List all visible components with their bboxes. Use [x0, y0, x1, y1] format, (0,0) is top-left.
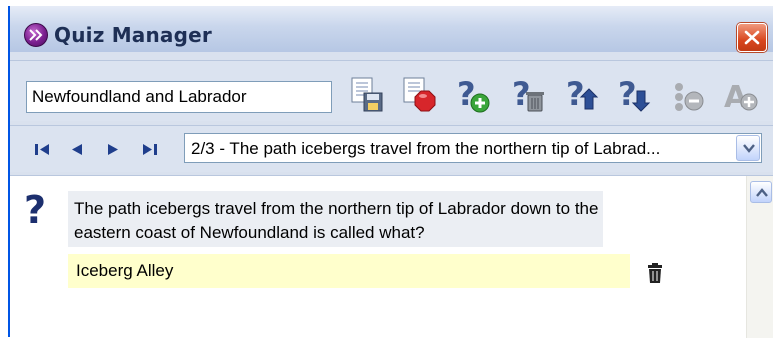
title-bar[interactable]: Quiz Manager: [10, 6, 773, 52]
close-button[interactable]: [737, 23, 767, 52]
delete-quiz-icon[interactable]: [400, 75, 438, 115]
quiz-toolbar: ? ? ? ?: [10, 60, 773, 121]
svg-text:?: ?: [566, 75, 585, 113]
answer-text: Iceberg Alley: [76, 261, 174, 280]
move-question-up-icon[interactable]: ?: [563, 75, 601, 115]
quiz-app-icon: [24, 23, 48, 47]
question-navigator: 2/3 - The path icebergs travel from the …: [10, 125, 773, 172]
dropdown-button[interactable]: [736, 135, 760, 161]
answer-row[interactable]: Iceberg Alley: [68, 254, 630, 288]
last-icon[interactable]: [138, 138, 160, 160]
question-panel: ? The path icebergs travel from the nort…: [10, 175, 773, 338]
previous-icon[interactable]: [66, 138, 88, 160]
move-question-down-icon[interactable]: ?: [615, 75, 653, 115]
close-x-icon: [744, 30, 760, 45]
scroll-up-button[interactable]: [750, 181, 772, 203]
delete-question-icon[interactable]: ?: [509, 75, 547, 115]
add-answer-icon[interactable]: [670, 75, 708, 115]
question-text: The path icebergs travel from the northe…: [74, 199, 599, 242]
window-title: Quiz Manager: [54, 23, 212, 47]
question-text-box[interactable]: The path icebergs travel from the northe…: [68, 191, 603, 247]
svg-text:?: ?: [618, 75, 637, 113]
chevron-down-icon: [743, 144, 755, 153]
trash-icon[interactable]: [647, 262, 663, 284]
quiz-name-input[interactable]: [26, 81, 332, 113]
question-mark-icon: ?: [24, 188, 47, 232]
quiz-manager-window: Quiz Manager ?: [8, 6, 773, 338]
answer-settings-icon[interactable]: A: [722, 75, 760, 115]
save-quiz-icon[interactable]: [348, 75, 386, 115]
first-icon[interactable]: [32, 138, 54, 160]
scroll-up-icon: [756, 188, 768, 197]
add-question-icon[interactable]: ?: [454, 75, 492, 115]
vertical-scrollbar[interactable]: [746, 176, 773, 338]
question-select[interactable]: 2/3 - The path icebergs travel from the …: [184, 133, 762, 163]
selected-question-text: 2/3 - The path icebergs travel from the …: [191, 139, 661, 158]
next-icon[interactable]: [102, 138, 124, 160]
